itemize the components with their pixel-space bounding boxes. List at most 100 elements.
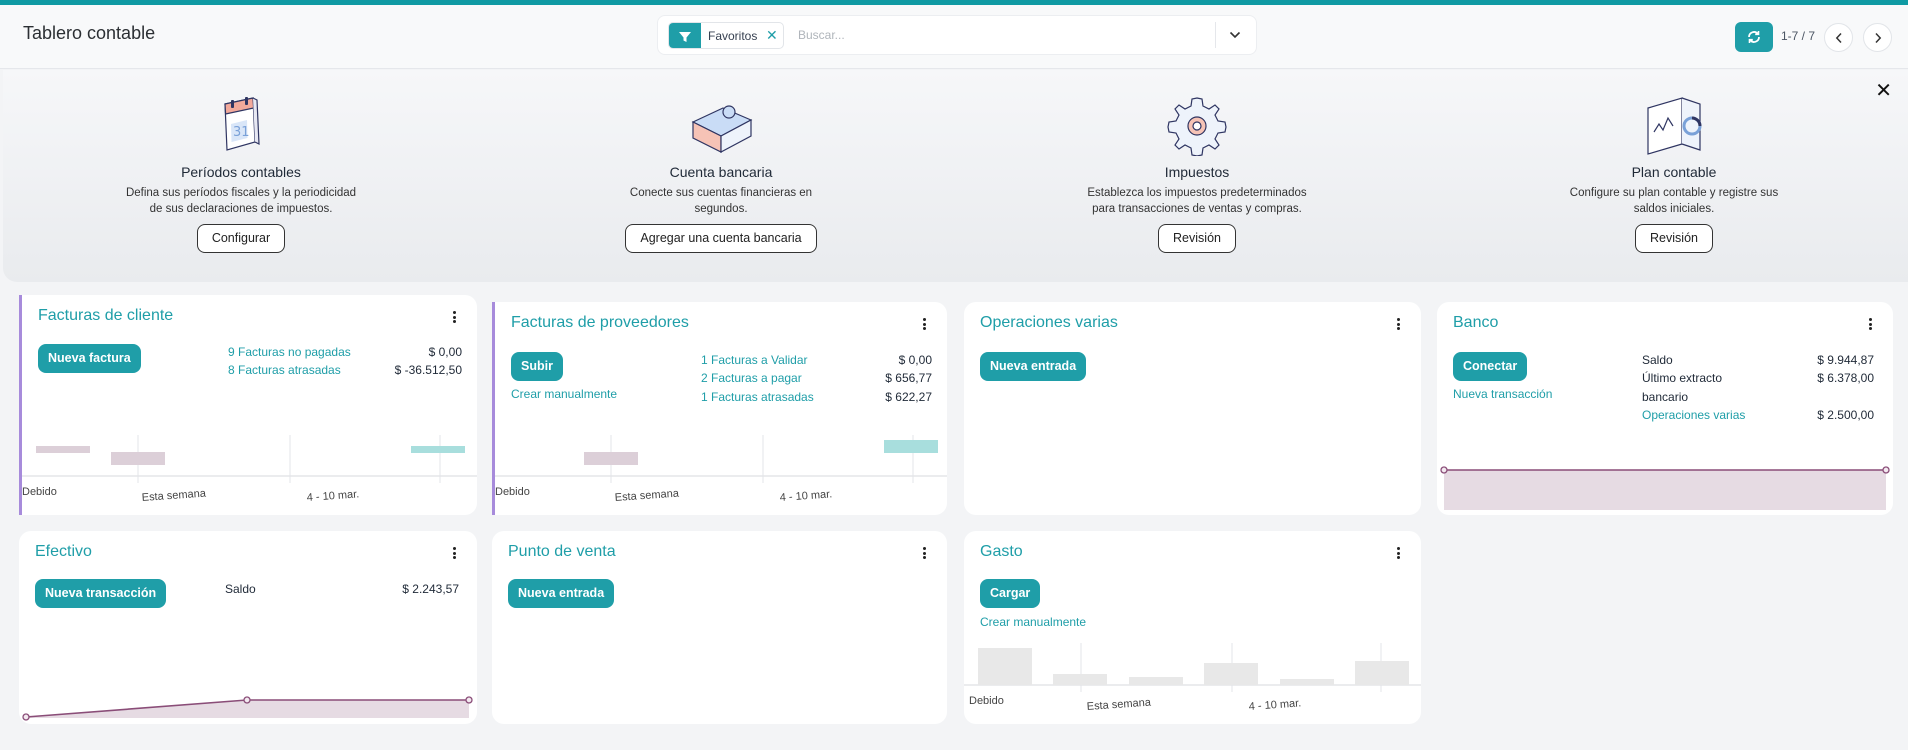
chart-label-next-week: 4 - 10 mar. (779, 488, 832, 504)
cash-balance-amount: $ 2.243,57 (402, 582, 459, 596)
card-menu-icon[interactable] (449, 309, 459, 325)
filter-icon (669, 23, 701, 48)
chart-label-overdue: Debido (969, 695, 1004, 707)
bills-bar-chart[interactable]: Debido Esta semana 4 - 10 mar. (495, 435, 947, 515)
search-facet-favorites[interactable]: Favoritos ✕ (668, 22, 784, 49)
configure-fiscal-periods-button[interactable]: Configurar (196, 224, 286, 253)
upload-bill-button[interactable]: Subir (511, 352, 563, 381)
pager-next-button[interactable] (1863, 23, 1892, 52)
bills-to-pay-link[interactable]: 2 Facturas a pagar (701, 371, 802, 385)
chart-label-overdue: Debido (495, 486, 530, 498)
pager-previous-button[interactable] (1824, 23, 1853, 52)
journal-card-point-of-sale: Punto de venta Nueva entrada (492, 531, 947, 724)
refresh-icon (1748, 31, 1760, 43)
expense-bar-chart[interactable]: Debido Esta semana 4 - 10 mar. (964, 643, 1421, 724)
bills-to-validate-link[interactable]: 1 Facturas a Validar (701, 353, 808, 367)
new-entry-button[interactable]: Nueva entrada (980, 352, 1087, 381)
card-title[interactable]: Facturas de proveedores (511, 314, 689, 332)
onboarding-step-taxes: Impuestos Establezca los impuestos prede… (1067, 94, 1327, 253)
misc-operations-amount: $ 2.500,00 (1817, 408, 1874, 422)
chart-bar-this-week (584, 452, 638, 465)
cash-balance-label: Saldo (225, 582, 256, 596)
pager-value[interactable]: 1-7 / 7 (1781, 29, 1815, 43)
misc-operations-link[interactable]: Operaciones varias (1642, 408, 1745, 422)
late-invoices-amount: $ -36.512,50 (394, 363, 462, 377)
card-menu-icon[interactable] (1865, 316, 1875, 332)
unpaid-invoices-link[interactable]: 9 Facturas no pagadas (228, 345, 351, 359)
late-invoices-link[interactable]: 8 Facturas atrasadas (228, 363, 341, 377)
chart-bar (1129, 677, 1183, 685)
card-menu-icon[interactable] (919, 316, 929, 332)
card-title[interactable]: Banco (1453, 314, 1498, 332)
new-cash-transaction-button[interactable]: Nueva transacción (35, 579, 167, 608)
facet-remove-icon[interactable]: ✕ (766, 27, 778, 44)
step-title: Cuenta bancaria (669, 164, 773, 180)
onboarding-step-bank-account: Cuenta bancaria Conecte sus cuentas fina… (591, 94, 851, 253)
bank-balance-graph[interactable] (1437, 462, 1893, 515)
journal-card-misc-operations: Operaciones varias Nueva entrada (964, 302, 1421, 515)
onboarding-panel: 31 Períodos contables Defina sus período… (3, 70, 1908, 282)
last-statement-label-2: bancario (1642, 390, 1689, 404)
create-manually-link[interactable]: Crear manualmente (511, 387, 617, 401)
card-title[interactable]: Operaciones varias (980, 314, 1118, 332)
onboarding-step-fiscal-periods: 31 Períodos contables Defina sus período… (111, 94, 371, 253)
graph-point (22, 713, 30, 721)
chart-of-accounts-icon (1642, 94, 1706, 156)
new-pos-entry-button[interactable]: Nueva entrada (508, 579, 615, 608)
card-title[interactable]: Punto de venta (508, 543, 616, 561)
connect-bank-button[interactable]: Conectar (1453, 352, 1528, 381)
chart-bar-future (411, 446, 465, 453)
new-invoice-button[interactable]: Nueva factura (38, 344, 141, 373)
card-menu-icon[interactable] (1393, 545, 1403, 561)
bank-puzzle-icon (689, 94, 753, 156)
step-description: Defina sus períodos fiscales y la period… (125, 187, 357, 215)
journal-card-expense: Gasto Cargar Crear manualmente Debido Es… (964, 531, 1421, 724)
upload-expense-button[interactable]: Cargar (980, 579, 1041, 608)
calendar-icon: 31 (209, 94, 273, 156)
facet-label: Favoritos (708, 29, 758, 43)
card-menu-icon[interactable] (1393, 316, 1403, 332)
chart-bar-future (884, 440, 938, 453)
graph-area (1444, 470, 1886, 510)
create-expense-manually-link[interactable]: Crear manualmente (980, 615, 1086, 629)
chevron-down-icon (1229, 31, 1241, 39)
card-title[interactable]: Gasto (980, 543, 1023, 561)
chart-bar-this-week (111, 452, 165, 465)
chart-bar (1355, 661, 1409, 685)
step-description: Establezca los impuestos predeterminados… (1087, 187, 1307, 215)
new-transaction-link[interactable]: Nueva transacción (1453, 387, 1552, 401)
refresh-button[interactable] (1735, 22, 1773, 52)
balance-amount: $ 9.944,87 (1817, 353, 1874, 367)
search-input[interactable] (798, 24, 1198, 46)
late-bills-link[interactable]: 1 Facturas atrasadas (701, 390, 814, 404)
card-menu-icon[interactable] (919, 545, 929, 561)
bills-to-pay-amount: $ 656,77 (885, 371, 932, 385)
cash-balance-graph[interactable] (19, 661, 477, 724)
card-menu-icon[interactable] (449, 545, 459, 561)
chart-label-this-week: Esta semana (141, 487, 207, 504)
close-onboarding-icon[interactable]: ✕ (1875, 78, 1892, 103)
step-description: Configure su plan contable y registre su… (1569, 187, 1779, 215)
page-title: Tablero contable (23, 23, 156, 43)
control-panel: Tablero contable Favoritos ✕ 1-7 / 7 (0, 5, 1908, 69)
chart-label-next-week: 4 - 10 mar. (306, 488, 359, 504)
chevron-left-icon (1835, 32, 1842, 43)
invoices-bar-chart[interactable]: Debido Esta semana 4 - 10 mar. (22, 435, 477, 515)
last-statement-label: Último extracto (1642, 371, 1723, 385)
review-taxes-button[interactable]: Revisión (1158, 224, 1236, 253)
chart-bar (1280, 679, 1334, 685)
journal-card-vendor-bills: Facturas de proveedores Subir Crear manu… (492, 302, 947, 515)
review-chart-of-accounts-button[interactable]: Revisión (1635, 224, 1713, 253)
journal-card-cash: Efectivo Nueva transacción Saldo $ 2.243… (19, 531, 477, 724)
chart-label-this-week: Esta semana (1086, 696, 1152, 713)
chart-bar (1204, 663, 1258, 685)
search-options-toggle[interactable] (1226, 26, 1244, 44)
add-bank-account-button[interactable]: Agregar una cuenta bancaria (625, 224, 817, 253)
chart-bar-overdue (36, 446, 90, 453)
balance-label: Saldo (1642, 353, 1673, 367)
card-title[interactable]: Efectivo (35, 543, 92, 561)
step-title: Plan contable (1631, 164, 1717, 180)
bills-to-validate-amount: $ 0,00 (898, 353, 932, 367)
svg-text:31: 31 (233, 125, 250, 140)
card-title[interactable]: Facturas de cliente (38, 307, 173, 325)
